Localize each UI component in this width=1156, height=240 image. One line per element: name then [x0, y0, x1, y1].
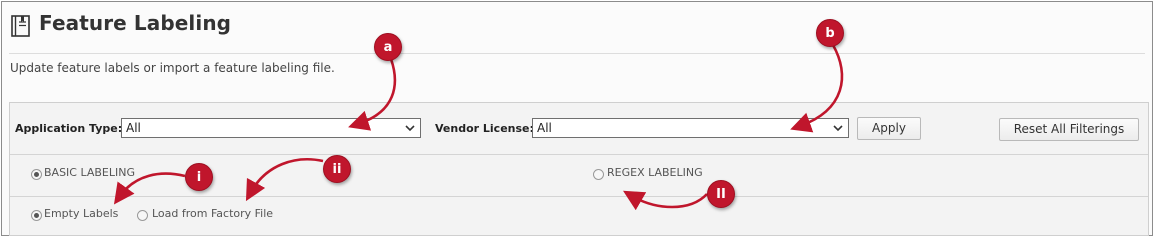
feature-labeling-panel: Feature Labeling Update feature labels o… — [1, 1, 1153, 236]
load-factory-label[interactable]: Load from Factory File — [152, 207, 273, 220]
chevron-down-icon — [833, 125, 843, 132]
page-title: Feature Labeling — [39, 11, 232, 35]
application-type-value: All — [126, 121, 141, 135]
empty-labels-label[interactable]: Empty Labels — [44, 207, 118, 220]
vendor-license-select[interactable]: All — [532, 118, 849, 138]
basic-options-row: Empty Labels Load from Factory File — [10, 196, 1148, 236]
callout-b: b — [816, 19, 844, 47]
book-icon — [11, 15, 30, 37]
callout-a: a — [374, 33, 402, 61]
labeling-mode-row: BASIC LABELING REGEX LABELING — [10, 154, 1148, 197]
callout-ii: ii — [323, 155, 351, 183]
load-factory-radio[interactable] — [137, 210, 148, 221]
filter-panel: Application Type: All Vendor License: Al… — [9, 102, 1149, 236]
empty-labels-radio[interactable] — [31, 210, 42, 221]
application-type-label: Application Type: — [15, 122, 123, 135]
regex-labeling-radio[interactable] — [593, 169, 604, 180]
title-divider — [9, 53, 1145, 54]
apply-button[interactable]: Apply — [857, 117, 921, 140]
vendor-license-label: Vendor License: — [435, 122, 534, 135]
page-description: Update feature labels or import a featur… — [10, 61, 335, 75]
callout-i: i — [185, 163, 213, 191]
vendor-license-value: All — [537, 121, 552, 135]
callout-II: II — [707, 180, 735, 208]
regex-labeling-label[interactable]: REGEX LABELING — [607, 166, 703, 179]
basic-labeling-label[interactable]: BASIC LABELING — [44, 166, 135, 179]
reset-all-filterings-button[interactable]: Reset All Filterings — [999, 118, 1139, 141]
application-type-select[interactable]: All — [121, 118, 421, 138]
filter-bar: Application Type: All Vendor License: Al… — [10, 103, 1148, 155]
basic-labeling-radio[interactable] — [31, 169, 42, 180]
chevron-down-icon — [405, 125, 415, 132]
